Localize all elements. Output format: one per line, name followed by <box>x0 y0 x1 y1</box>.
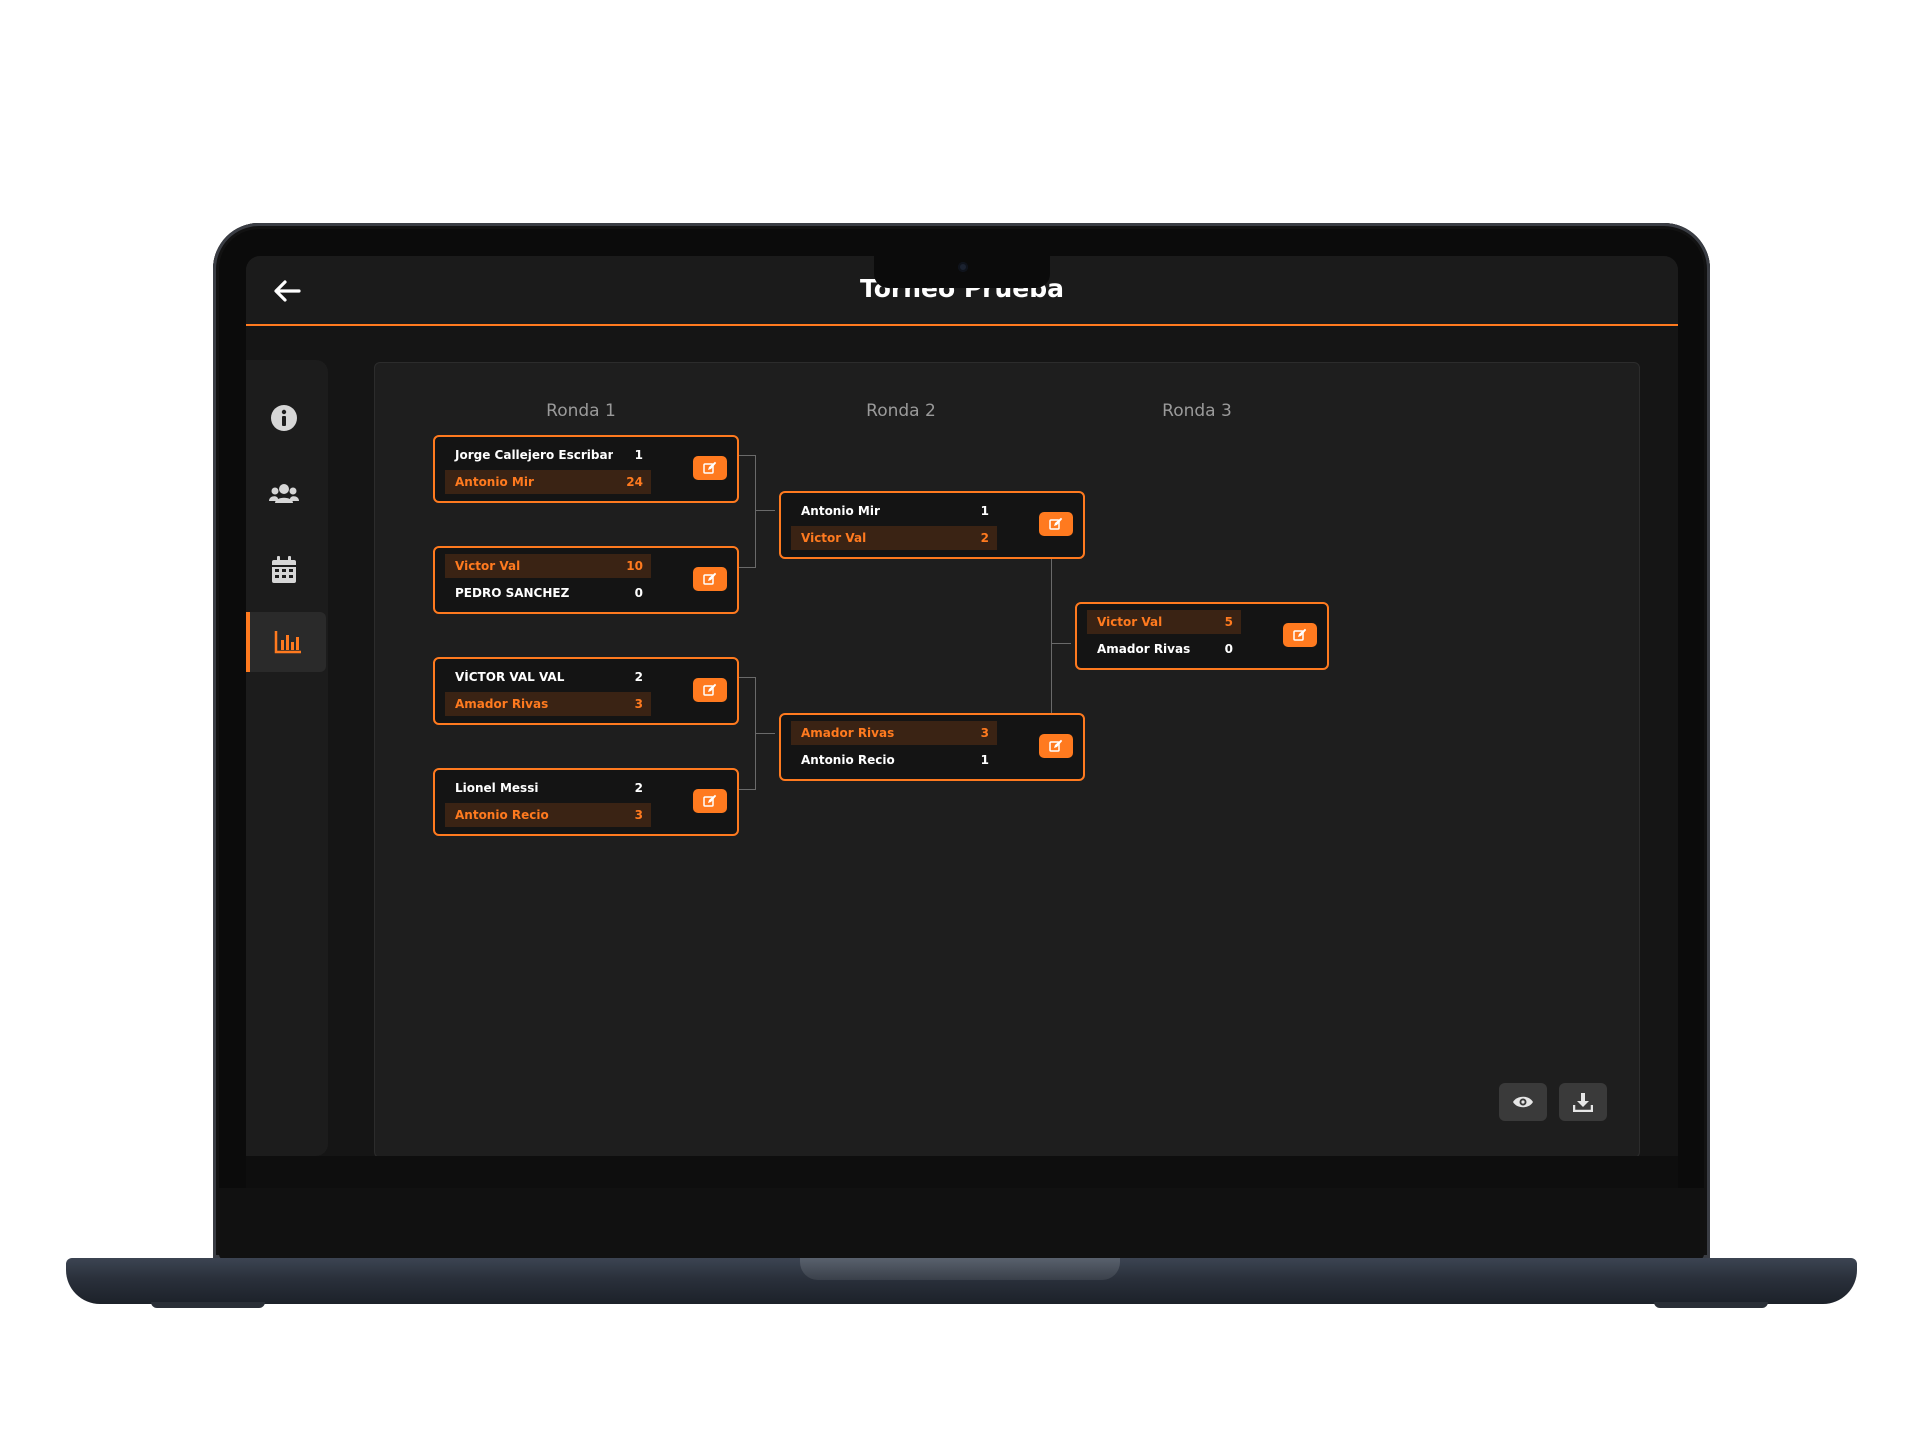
match-card: Amador Rivas 3 Antonio Recio 1 <box>779 713 1085 781</box>
match-card: Victor Val 10 PEDRO SANCHEZ 0 <box>433 546 739 614</box>
player-name: Victor Val <box>1097 615 1163 629</box>
player-name: Antonio Recio <box>801 753 895 767</box>
player-name: PEDRO SANCHEZ <box>455 586 570 600</box>
screen-bottom-strip <box>246 1156 1678 1188</box>
player-name: Amador Rivas <box>801 726 895 740</box>
player-score: 0 <box>1224 642 1233 656</box>
bracket-panel: Ronda 1 Ronda 2 Ronda 3 Jorge Callejero … <box>374 362 1640 1158</box>
player-row-winner: Antonio Mir 24 <box>445 470 651 494</box>
player-score: 3 <box>980 726 989 740</box>
player-row: Lionel Messi 2 <box>445 776 651 800</box>
player-score: 0 <box>634 586 643 600</box>
bracket-connector <box>755 510 775 511</box>
player-score: 2 <box>980 531 989 545</box>
match-card: VÍCTOR VAL VAL 2 Amador Rivas 3 <box>433 657 739 725</box>
sidebar-item-info[interactable] <box>246 388 322 448</box>
edit-match-button[interactable] <box>693 678 727 702</box>
player-name: Amador Rivas <box>1097 642 1191 656</box>
edit-match-button[interactable] <box>693 567 727 591</box>
screen: Torneo Prueba Ronda 1 Ronda 2 Ronda 3 Jo… <box>246 256 1678 1188</box>
laptop-foot-left <box>151 1302 265 1308</box>
player-name: Victor Val <box>455 559 521 573</box>
match-card: Victor Val 5 Amador Rivas 0 <box>1075 602 1329 670</box>
player-row: PEDRO SANCHEZ 0 <box>445 581 651 605</box>
player-score: 1 <box>980 504 989 518</box>
player-score: 3 <box>634 697 643 711</box>
sidebar-item-calendar[interactable] <box>246 540 322 600</box>
player-score: 3 <box>634 808 643 822</box>
edit-icon <box>703 572 717 585</box>
users-icon <box>269 484 299 503</box>
player-row: Antonio Mir 1 <box>791 499 997 523</box>
eye-icon <box>1513 1096 1533 1108</box>
player-name: Amador Rivas <box>455 697 549 711</box>
info-icon <box>271 405 297 431</box>
player-name: Jorge Callejero Escribano <box>455 448 613 462</box>
laptop-bezel <box>219 1188 1704 1260</box>
player-row: Amador Rivas 0 <box>1087 637 1241 661</box>
edit-match-button[interactable] <box>1039 734 1073 758</box>
match-card: Lionel Messi 2 Antonio Recio 3 <box>433 768 739 836</box>
edit-icon <box>703 683 717 696</box>
player-score: 10 <box>626 559 643 573</box>
player-name: VÍCTOR VAL VAL <box>455 670 565 684</box>
player-row-winner: Victor Val 5 <box>1087 610 1241 634</box>
edit-match-button[interactable] <box>1039 512 1073 536</box>
player-name: Antonio Recio <box>455 808 549 822</box>
player-score: 5 <box>1224 615 1233 629</box>
edit-match-button[interactable] <box>1283 623 1317 647</box>
player-name: Antonio Mir <box>801 504 880 518</box>
preview-button[interactable] <box>1499 1083 1547 1121</box>
edit-match-button[interactable] <box>693 789 727 813</box>
player-row-winner: Victor Val 10 <box>445 554 651 578</box>
sidebar-item-bracket[interactable] <box>246 612 326 672</box>
player-row-winner: Amador Rivas 3 <box>445 692 651 716</box>
player-score: 1 <box>634 448 643 462</box>
laptop-foot-right <box>1654 1302 1768 1308</box>
camera-icon <box>958 262 968 272</box>
bracket-connector <box>1051 643 1071 644</box>
player-row-winner: Antonio Recio 3 <box>445 803 651 827</box>
player-row: Antonio Recio 1 <box>791 748 997 772</box>
player-name: Victor Val <box>801 531 867 545</box>
player-name: Antonio Mir <box>455 475 534 489</box>
player-row: VÍCTOR VAL VAL 2 <box>445 665 651 689</box>
camera-notch <box>874 256 1050 288</box>
laptop-hinge-notch <box>800 1258 1120 1280</box>
match-card: Antonio Mir 1 Victor Val 2 <box>779 491 1085 559</box>
download-icon <box>1573 1093 1593 1112</box>
edit-icon <box>1293 628 1307 641</box>
bracket-connector <box>755 733 775 734</box>
player-score: 1 <box>980 753 989 767</box>
player-row: Jorge Callejero Escribano 1 <box>445 443 651 467</box>
edit-icon <box>1049 739 1063 752</box>
player-row-winner: Amador Rivas 3 <box>791 721 997 745</box>
player-score: 24 <box>626 475 643 489</box>
player-score: 2 <box>634 670 643 684</box>
edit-match-button[interactable] <box>693 456 727 480</box>
match-card: Jorge Callejero Escribano 1 Antonio Mir … <box>433 435 739 503</box>
player-score: 2 <box>634 781 643 795</box>
edit-icon <box>703 794 717 807</box>
edit-icon <box>1049 517 1063 530</box>
download-button[interactable] <box>1559 1083 1607 1121</box>
round-label: Ronda 3 <box>1162 401 1232 421</box>
player-row-winner: Victor Val 2 <box>791 526 997 550</box>
edit-icon <box>703 461 717 474</box>
player-name: Lionel Messi <box>455 781 539 795</box>
round-label: Ronda 2 <box>866 401 936 421</box>
round-label: Ronda 1 <box>546 401 616 421</box>
calendar-icon <box>272 556 296 583</box>
sidebar-item-participants[interactable] <box>246 464 322 524</box>
bar-chart-icon <box>274 631 301 654</box>
sidebar <box>246 360 328 1156</box>
